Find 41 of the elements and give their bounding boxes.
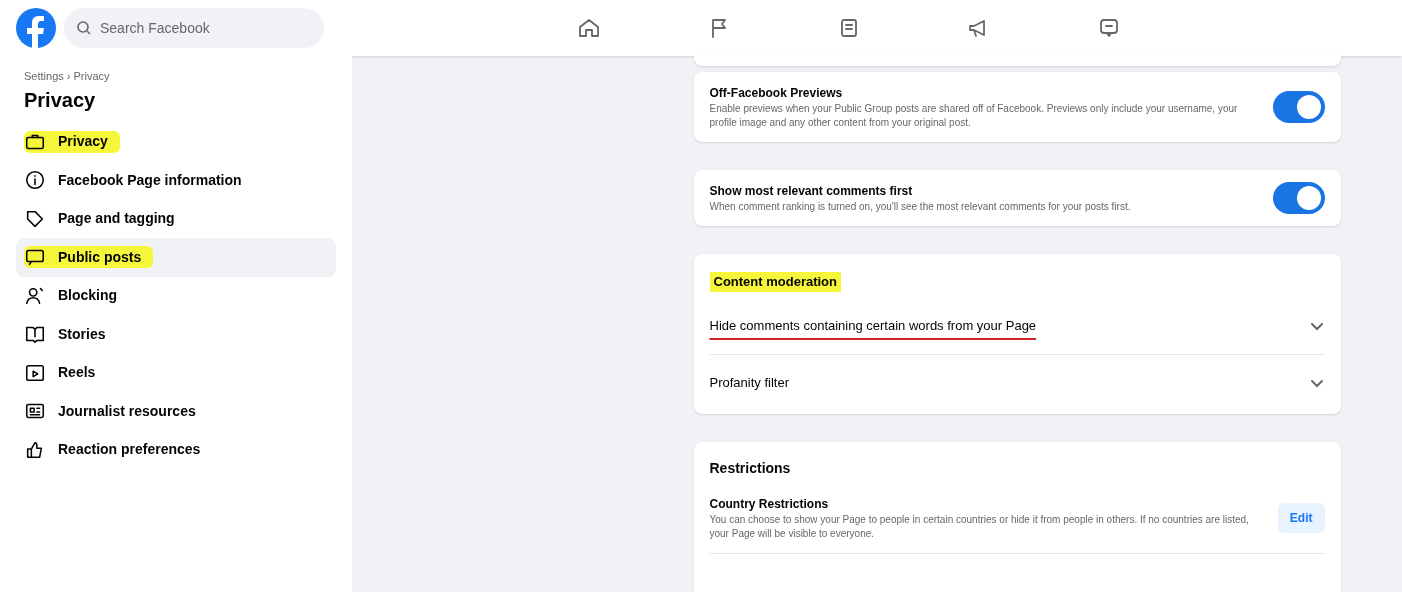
sidebar-item[interactable]: Facebook Page information <box>16 161 336 200</box>
row-label: Hide comments containing certain words from your Page <box>709 317 1037 336</box>
home-icon <box>577 16 601 40</box>
sidebar-label: Page and tagging <box>58 209 175 229</box>
info-icon <box>24 169 46 192</box>
setting-title: Show most relevant comments first <box>709 183 914 200</box>
sidebar-label: Privacy <box>58 132 108 152</box>
sidebar-label: Public posts <box>58 247 142 267</box>
toggle-switch[interactable] <box>1272 182 1325 214</box>
sidebar-label: Blocking <box>58 286 118 306</box>
sidebar-item[interactable]: Public posts <box>16 238 336 277</box>
setting-title: Off-Facebook Previews <box>709 85 844 102</box>
sidebar-item[interactable]: Stories <box>16 315 336 354</box>
dropdown-row[interactable]: Hide comments containing certain words from your Page <box>709 298 1325 354</box>
chat-icon <box>1097 16 1121 40</box>
breadcrumb: Settings › Privacy <box>23 69 111 84</box>
section-title: Content moderation <box>709 272 841 292</box>
setting-description: You can choose to show your Page to people in certain countries or hide it from people in others. If no countries are listed, your Page will be visible to everyone. <box>709 513 1250 541</box>
logo-icon <box>16 8 56 48</box>
setting-title: Country Restrictions <box>709 496 830 513</box>
section-title: Restrictions <box>709 459 792 478</box>
sidebar-label: Stories <box>58 324 106 344</box>
setting-description: Enable previews when your Public Group posts are shared off of Facebook. Previews only include your username, your profile image and any other content from your original post. <box>709 102 1239 130</box>
search-icon <box>76 20 92 36</box>
sidebar-item[interactable]: Page and tagging <box>16 199 336 238</box>
sidebar-label: Journalist resources <box>58 401 196 421</box>
toggle-switch[interactable] <box>1272 91 1325 123</box>
sidebar-label: Reels <box>58 363 96 383</box>
sidebar-item[interactable]: Blocking <box>16 276 336 315</box>
sidebar-item[interactable]: Privacy <box>16 122 336 161</box>
search-field[interactable]: Search Facebook <box>64 8 324 48</box>
sidebar-item[interactable]: Journalist resources <box>16 392 336 431</box>
setting-description: When comment ranking is turned on, you'll see the most relevant comments for your posts first. <box>709 200 1132 214</box>
sidebar-item[interactable]: Reels <box>16 353 336 392</box>
row-label: Profanity filter <box>709 373 789 392</box>
sidebar-label: Facebook Page information <box>58 170 242 190</box>
edit-button[interactable]: Edit <box>1277 503 1325 533</box>
sidebar-label: Reaction preferences <box>58 440 201 460</box>
dropdown-row[interactable]: Profanity filter <box>709 354 1325 410</box>
sidebar-item[interactable]: Reaction preferences <box>16 430 336 469</box>
page-title: Privacy <box>23 87 97 113</box>
